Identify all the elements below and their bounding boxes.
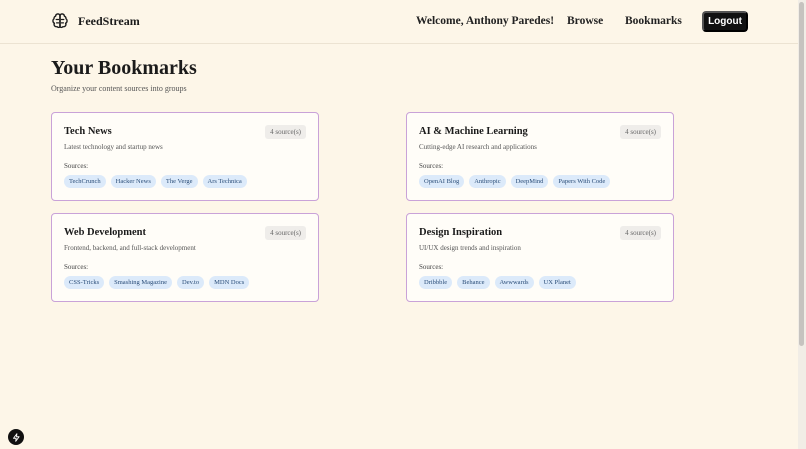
source-chip[interactable]: OpenAI Blog <box>419 175 465 188</box>
bookmark-group-card[interactable]: AI & Machine Learning Cutting-edge AI re… <box>406 112 674 201</box>
source-chip[interactable]: Hacker News <box>110 175 156 188</box>
nav-link-browse[interactable]: Browse <box>567 15 603 27</box>
source-chip-list: OpenAI Blog Anthropic DeepMind Papers Wi… <box>419 175 611 188</box>
group-description: Cutting-edge AI research and application… <box>419 143 537 151</box>
source-chip[interactable]: CSS-Tricks <box>64 276 105 289</box>
group-description: Latest technology and startup news <box>64 143 163 151</box>
brand-name: FeedStream <box>78 13 140 28</box>
bookmark-group-card[interactable]: Web Development Frontend, backend, and f… <box>51 213 319 302</box>
source-chip[interactable]: UX Planet <box>538 276 576 289</box>
source-chip[interactable]: Anthropic <box>469 175 506 188</box>
brand-link[interactable]: FeedStream <box>51 12 140 30</box>
group-description: Frontend, backend, and full-stack develo… <box>64 244 196 252</box>
brain-icon <box>52 13 68 29</box>
source-count-badge: 4 source(s) <box>265 226 306 240</box>
group-title: Web Development <box>64 227 146 238</box>
source-chip[interactable]: Papers With Code <box>553 175 611 188</box>
sources-label: Sources: <box>419 162 444 170</box>
source-chip[interactable]: Behance <box>457 276 490 289</box>
source-chip[interactable]: Awwwards <box>494 276 534 289</box>
sources-label: Sources: <box>64 162 89 170</box>
bookmark-group-card[interactable]: Tech News Latest technology and startup … <box>51 112 319 201</box>
source-chip-list: Dribbble Behance Awwwards UX Planet <box>419 276 576 289</box>
source-chip[interactable]: Dribbble <box>419 276 453 289</box>
lightning-icon <box>12 432 20 442</box>
group-title: Tech News <box>64 126 112 137</box>
source-chip[interactable]: The Verge <box>160 175 198 188</box>
source-chip-list: CSS-Tricks Smashing Magazine Dev.to MDN … <box>64 276 250 289</box>
nav-link-bookmarks[interactable]: Bookmarks <box>625 15 682 27</box>
sources-label: Sources: <box>64 263 89 271</box>
scrollbar-thumb[interactable] <box>799 2 804 346</box>
welcome-message: Welcome, Anthony Paredes! <box>416 15 555 27</box>
sources-label: Sources: <box>419 263 444 271</box>
page-subtitle: Organize your content sources into group… <box>51 84 187 93</box>
source-chip[interactable]: MDN Docs <box>209 276 250 289</box>
source-chip-list: TechCrunch Hacker News The Verge Ars Tec… <box>64 175 247 188</box>
source-chip[interactable]: TechCrunch <box>64 175 106 188</box>
logout-button[interactable]: Logout <box>702 11 748 32</box>
group-description: UI/UX design trends and inspiration <box>419 244 521 252</box>
source-chip[interactable]: Smashing Magazine <box>109 276 173 289</box>
source-chip[interactable]: DeepMind <box>510 175 549 188</box>
page-title: Your Bookmarks <box>51 57 197 79</box>
dev-tools-button[interactable] <box>8 429 24 445</box>
group-title: AI & Machine Learning <box>419 126 528 137</box>
source-chip[interactable]: Dev.to <box>177 276 205 289</box>
source-count-badge: 4 source(s) <box>620 125 661 139</box>
source-count-badge: 4 source(s) <box>265 125 306 139</box>
page-scrollbar[interactable] <box>798 0 806 449</box>
group-title: Design Inspiration <box>419 227 503 238</box>
top-navbar: FeedStream Welcome, Anthony Paredes! Bro… <box>0 0 798 44</box>
bookmark-group-card[interactable]: Design Inspiration UI/UX design trends a… <box>406 213 674 302</box>
source-chip[interactable]: Ars Technica <box>202 175 247 188</box>
source-count-badge: 4 source(s) <box>620 226 661 240</box>
